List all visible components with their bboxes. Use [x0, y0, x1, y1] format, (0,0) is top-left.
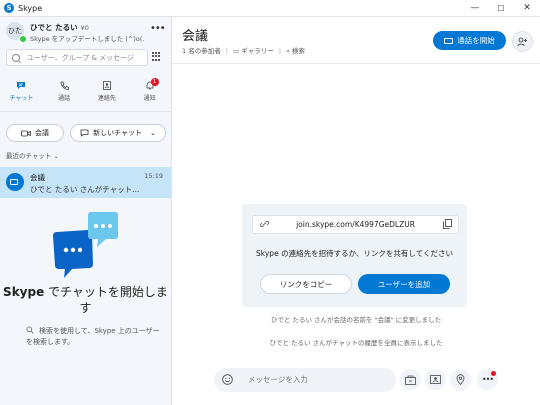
online-status-icon — [19, 35, 27, 43]
profile-balance: ¥0 — [80, 24, 89, 32]
tab-notifications[interactable]: 1 通知 — [128, 73, 171, 109]
nav-tabs: チャット 通話 連絡先 1 通知 — [0, 73, 171, 109]
file-share-icon — [405, 375, 416, 385]
title-bar: S Skype — ☐ ✕ — [0, 0, 540, 17]
message-composer — [214, 368, 396, 392]
share-location-button[interactable] — [450, 369, 471, 390]
minimize-button[interactable]: — — [462, 0, 488, 16]
sidebar: ひた ひでと たるい ¥0 Skype をアップデートしました (^)o(… ••… — [0, 17, 172, 405]
copy-icon[interactable] — [443, 219, 452, 229]
new-chat-label: 新しいチャット — [93, 129, 143, 137]
chat-preview: ひでと たるい さんがチャット... — [30, 185, 140, 194]
video-icon — [21, 130, 31, 136]
tab-calls-label: 通話 — [58, 94, 71, 102]
tab-chat-label: チャット — [9, 94, 34, 102]
invite-card: join.skype.com/K4997GeDLZUR Skype の連絡先を招… — [242, 204, 467, 307]
profile-name-row[interactable]: ひでと たるい ¥0 — [30, 22, 89, 33]
divider — [172, 63, 540, 64]
dialpad-icon[interactable] — [152, 52, 161, 61]
tab-notifications-label: 通知 — [143, 94, 156, 102]
chevron-down-icon: ⌄ — [150, 129, 156, 137]
search-icon: ⌕ — [286, 47, 290, 55]
profile-status-message[interactable]: Skype をアップデートしました (^)o(… — [30, 33, 145, 43]
contacts-card-button[interactable] — [425, 369, 446, 390]
search-input[interactable] — [24, 52, 147, 63]
chat-list-item[interactable]: 会議 15:19 ひでと たるい さんがチャット... — [0, 167, 171, 198]
message-input[interactable] — [246, 374, 390, 385]
phone-icon — [60, 81, 70, 90]
system-message: ひでと たるい さんが会話の名前を "会議" に変更しました — [270, 316, 442, 324]
new-chat-icon — [80, 129, 89, 137]
add-participant-button[interactable] — [512, 31, 533, 52]
window-title: Skype — [18, 3, 43, 13]
chat-icon — [17, 81, 26, 89]
search-icon — [12, 53, 20, 62]
notification-dot — [491, 371, 496, 376]
invite-link: join.skype.com/K4997GeDLZUR — [296, 220, 415, 229]
system-message: ひでと たるい さんがチャットの履歴を全員に表示しました — [269, 339, 443, 347]
tab-calls[interactable]: 通話 — [43, 73, 86, 109]
conversation-pane: 会議 1 名の参加者 | ▭ ギャラリー | ⌕ 検索 通話を開始 join.s… — [172, 17, 540, 405]
conversation-search-link[interactable]: 検索 — [292, 47, 305, 55]
more-actions-button[interactable]: ••• — [477, 369, 498, 390]
skype-logo-icon: S — [4, 3, 14, 13]
recent-chats-label: 最近のチャット — [6, 152, 52, 160]
add-person-icon — [517, 37, 527, 46]
tab-contacts-label: 連絡先 — [97, 94, 116, 102]
more-options-icon[interactable]: ••• — [150, 23, 166, 34]
promo-title: Skype でチャットを開始します — [3, 285, 168, 315]
start-call-button[interactable]: 通話を開始 — [433, 31, 506, 50]
recent-chats-header[interactable]: 最近のチャット ⌄ — [6, 150, 59, 160]
chat-time: 15:19 — [144, 172, 163, 180]
start-call-label: 通話を開始 — [457, 36, 495, 45]
conversation-title[interactable]: 会議 — [182, 25, 208, 44]
notification-badge: 1 — [150, 77, 159, 86]
invite-link-box[interactable]: join.skype.com/K4997GeDLZUR — [252, 215, 459, 234]
divider — [0, 111, 171, 112]
location-pin-icon — [456, 374, 465, 385]
new-chat-button[interactable]: 新しいチャット ⌄ — [70, 124, 166, 142]
conversation-meta: 1 名の参加者 | ▭ ギャラリー | ⌕ 検索 — [182, 47, 305, 55]
promo-description: 検索を使用して、Skype 上のユーザーを検索します。 — [26, 327, 160, 346]
chevron-down-icon: ⌄ — [53, 152, 59, 160]
contacts-icon — [102, 80, 111, 90]
tab-contacts[interactable]: 連絡先 — [86, 73, 129, 109]
add-user-button[interactable]: ユーザーを追加 — [358, 274, 450, 294]
chat-name: 会議 — [30, 173, 45, 182]
meet-now-button[interactable]: 会議 — [6, 124, 64, 142]
group-chat-avatar-icon — [6, 173, 24, 191]
participants-count[interactable]: 1 名の参加者 — [182, 47, 221, 55]
more-options-icon: ••• — [481, 375, 494, 384]
profile-name: ひでと たるい — [30, 23, 78, 32]
maximize-button[interactable]: ☐ — [488, 0, 514, 16]
chat-bubbles-illustration-icon — [53, 212, 118, 278]
close-button[interactable]: ✕ — [514, 0, 540, 16]
tab-chat[interactable]: チャット — [0, 73, 43, 109]
copy-link-button[interactable]: リンクをコピー — [260, 274, 352, 294]
search-box[interactable] — [6, 49, 148, 66]
meet-now-label: 会議 — [35, 129, 49, 137]
gallery-link[interactable]: ギャラリー — [241, 47, 274, 55]
gallery-icon: ▭ — [233, 47, 240, 55]
contact-card-icon — [430, 375, 441, 384]
invite-message: Skype の連絡先を招待するか、リンクを共有してください — [256, 249, 453, 258]
share-file-button[interactable] — [400, 369, 421, 390]
emoji-icon[interactable] — [222, 374, 233, 385]
video-camera-icon — [444, 37, 454, 44]
